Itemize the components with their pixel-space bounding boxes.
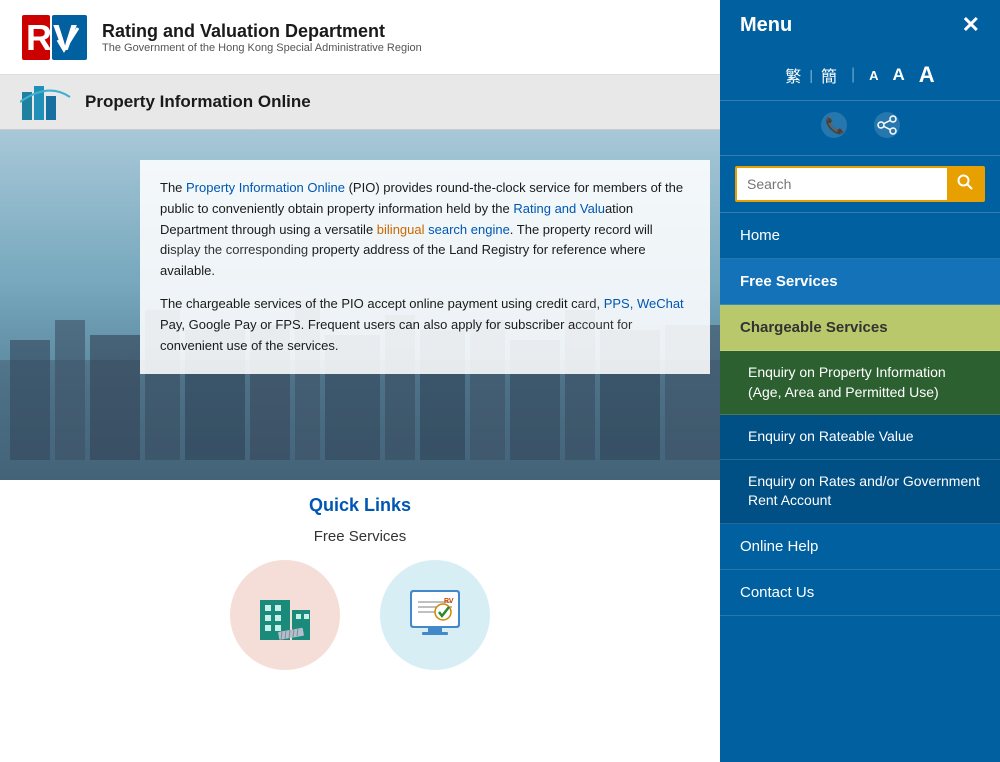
hero-section: The Property Information Online (PIO) pr… — [0, 130, 720, 480]
pio-title: Property Information Online — [85, 92, 311, 112]
submenu-item-enquiry-property[interactable]: Enquiry on Property Information (Age, Ar… — [720, 351, 1000, 415]
submenu-item-enquiry-rates[interactable]: Enquiry on Rates and/or Government Rent … — [720, 460, 1000, 524]
quick-links-area: Quick Links Free Services — [0, 480, 720, 762]
rv-logo-svg: R V — [20, 10, 90, 65]
ql-icons-row: RV — [20, 560, 700, 670]
menu-close-button[interactable]: ✕ — [962, 12, 980, 38]
hero-para2: The chargeable services of the PIO accep… — [160, 294, 690, 356]
search-input-wrap — [735, 166, 985, 202]
logo-box: R V Rating and Valuation Department The … — [20, 10, 422, 65]
hero-text-box: The Property Information Online (PIO) pr… — [140, 160, 710, 374]
font-medium-button[interactable]: A — [893, 65, 905, 85]
search-bar — [720, 156, 1000, 213]
phone-icon[interactable]: 📞 — [820, 111, 848, 145]
submenu-item-enquiry-rateable[interactable]: Enquiry on Rateable Value — [720, 415, 1000, 460]
dept-info: Rating and Valuation Department The Gove… — [102, 21, 422, 54]
svg-text:RV: RV — [444, 598, 454, 605]
menu-item-home[interactable]: Home — [720, 213, 1000, 259]
phone-icon-svg: 📞 — [820, 111, 848, 139]
department-logo: R V — [20, 10, 90, 65]
dept-sub: The Government of the Hong Kong Special … — [102, 42, 422, 54]
font-small-button[interactable]: A — [869, 68, 878, 83]
lang-trad-button[interactable]: 繁 — [785, 63, 801, 87]
ql-icon-document[interactable]: RV — [380, 560, 490, 670]
menu-title: Menu — [740, 14, 792, 37]
share-icon[interactable] — [873, 111, 901, 145]
menu-item-free-services[interactable]: Free Services — [720, 259, 1000, 305]
search-input[interactable] — [737, 168, 947, 200]
rv-document-icon-svg: RV — [400, 580, 470, 650]
font-large-button[interactable]: A — [919, 62, 935, 88]
ql-circle-light: RV — [380, 560, 490, 670]
main-content: The Property Information Online (PIO) pr… — [0, 130, 720, 762]
menu-header: Menu ✕ — [720, 0, 1000, 50]
ql-section-title: Free Services — [20, 528, 700, 545]
pio-icon — [20, 82, 75, 122]
quick-links-title: Quick Links — [20, 495, 700, 516]
ql-icon-building[interactable] — [230, 560, 340, 670]
menu-item-contact-us[interactable]: Contact Us — [720, 570, 1000, 616]
share-icon-svg — [873, 111, 901, 139]
lang-divider: | — [809, 67, 813, 83]
lang-simp-button[interactable]: 簡 — [821, 63, 837, 87]
svg-text:R: R — [26, 17, 52, 58]
icons-row: 📞 — [720, 101, 1000, 156]
building-icon-svg — [250, 580, 320, 650]
lang-font-row: 繁 | 簡 | A A A — [720, 50, 1000, 101]
ql-circle-pink — [230, 560, 340, 670]
hero-para1: The Property Information Online (PIO) pr… — [160, 178, 690, 282]
search-button[interactable] — [947, 168, 983, 200]
menu-item-online-help[interactable]: Online Help — [720, 524, 1000, 570]
dept-name: Rating and Valuation Department — [102, 21, 422, 42]
search-icon — [957, 174, 973, 190]
menu-panel: Menu ✕ 繁 | 簡 | A A A 📞 — [720, 0, 1000, 762]
svg-text:📞: 📞 — [825, 115, 845, 135]
menu-item-chargeable-services[interactable]: Chargeable Services — [720, 305, 1000, 351]
